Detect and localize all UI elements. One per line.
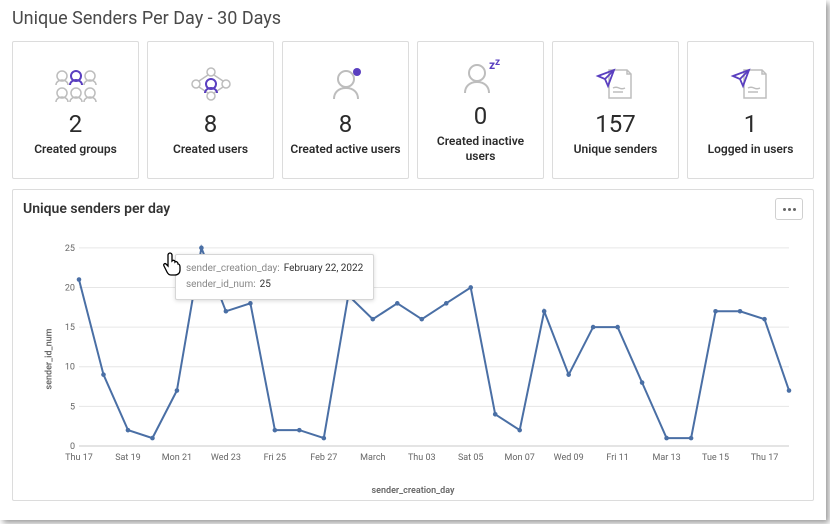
svg-text:Fri 11: Fri 11	[606, 453, 628, 463]
card-created-users[interactable]: 8 Created users	[147, 41, 274, 179]
groups-icon	[51, 64, 101, 104]
card-value: 2	[69, 110, 83, 138]
y-axis-label: sender_id_num	[44, 329, 54, 390]
svg-text:25: 25	[65, 244, 75, 254]
card-label: Created users	[173, 142, 248, 157]
card-label: Created inactive users	[422, 134, 539, 164]
svg-text:Mon 21: Mon 21	[162, 453, 192, 463]
svg-text:Mar 13: Mar 13	[653, 453, 681, 463]
card-label: Unique senders	[574, 142, 658, 157]
card-label: Logged in users	[708, 142, 794, 157]
svg-text:5: 5	[70, 402, 75, 412]
card-created-groups[interactable]: 2 Created groups	[12, 41, 139, 179]
svg-text:Sat 05: Sat 05	[458, 453, 484, 463]
send-document-icon	[730, 64, 772, 104]
card-created-active-users[interactable]: 8 Created active users	[282, 41, 409, 179]
svg-text:z: z	[495, 57, 500, 68]
svg-text:Mon 07: Mon 07	[505, 453, 535, 463]
card-value: 8	[339, 110, 353, 138]
card-value: 1	[744, 110, 758, 138]
svg-text:Thu 03: Thu 03	[408, 453, 436, 463]
card-label: Created groups	[34, 142, 117, 157]
card-logged-in-users[interactable]: 1 Logged in users	[687, 41, 814, 179]
card-label: Created active users	[290, 142, 400, 157]
chart-panel: Unique senders per day sender_id_num sen…	[12, 189, 814, 501]
svg-text:Sat 19: Sat 19	[115, 453, 141, 463]
users-network-icon	[188, 64, 234, 104]
chart-tooltip: sender_creation_day:February 22, 2022 se…	[175, 254, 374, 300]
svg-text:Tue 15: Tue 15	[702, 453, 729, 463]
x-axis-label: sender_creation_day	[372, 486, 455, 496]
line-chart[interactable]: 0 5 10 15 20 25 Thu 17 Sat 19 Mon 21 Wed 23 Fri 2…	[57, 226, 797, 470]
chart-title: Unique senders per day	[23, 201, 170, 217]
user-active-icon	[326, 64, 366, 104]
card-value: 8	[204, 110, 218, 138]
svg-text:Wed 23: Wed 23	[211, 453, 241, 463]
page-title: Unique Senders Per Day - 30 Days	[12, 8, 814, 29]
svg-text:10: 10	[65, 363, 75, 373]
chart-more-button[interactable]	[775, 198, 803, 220]
card-value: 157	[595, 110, 635, 138]
send-document-icon	[595, 64, 637, 104]
svg-text:Thu 17: Thu 17	[65, 453, 93, 463]
stat-cards: 2 Created groups 8 Created users	[12, 41, 814, 179]
svg-text:Wed 09: Wed 09	[554, 453, 584, 463]
svg-text:Thu 17: Thu 17	[751, 453, 779, 463]
svg-text:0: 0	[70, 442, 75, 452]
card-created-inactive-users[interactable]: z z 0 Created inactive users	[417, 41, 544, 179]
svg-text:Feb 27: Feb 27	[310, 453, 337, 463]
svg-text:20: 20	[65, 283, 75, 293]
svg-text:Fri 25: Fri 25	[264, 453, 286, 463]
card-unique-senders[interactable]: 157 Unique senders	[552, 41, 679, 179]
svg-text:15: 15	[65, 323, 75, 333]
user-inactive-icon: z z	[459, 56, 503, 96]
svg-text:March: March	[360, 453, 385, 463]
card-value: 0	[474, 102, 488, 130]
